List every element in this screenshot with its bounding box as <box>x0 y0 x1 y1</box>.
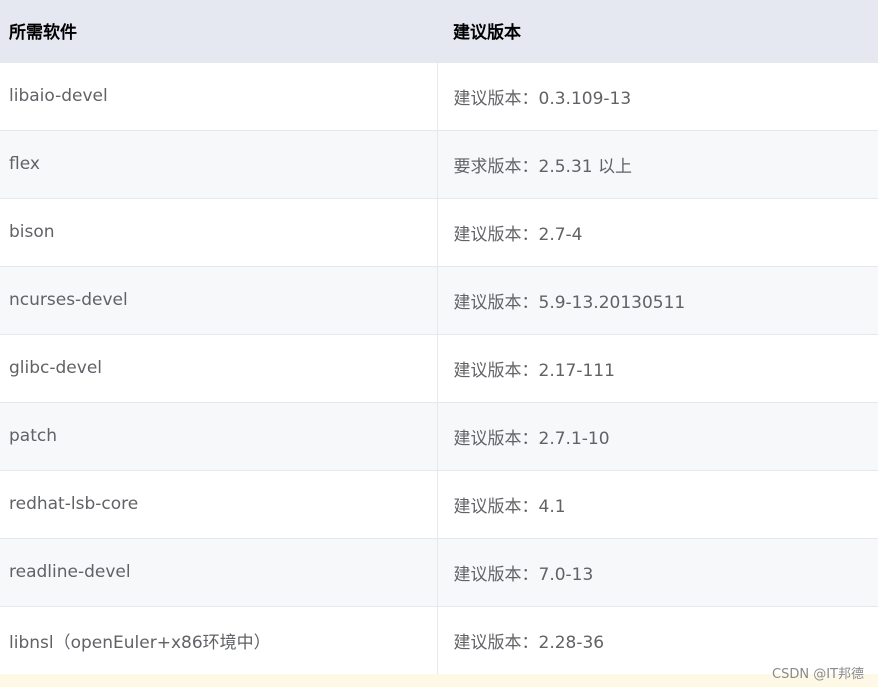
table-body: libaio-devel 建议版本：0.3.109-13 flex 要求版本：2… <box>0 61 878 674</box>
software-cell: redhat-lsb-core <box>0 469 437 538</box>
table-header: 所需软件 建议版本 <box>0 0 878 62</box>
software-cell: glibc-devel <box>0 333 437 402</box>
page: 所需软件 建议版本 libaio-devel 建议版本：0.3.109-13 f… <box>0 0 878 687</box>
table-row: libaio-devel 建议版本：0.3.109-13 <box>0 61 878 130</box>
table-row: glibc-devel 建议版本：2.17-111 <box>0 333 878 402</box>
version-cell: 要求版本：2.5.31 以上 <box>436 129 878 198</box>
version-cell: 建议版本：2.7.1-10 <box>436 401 878 470</box>
table-row: libnsl（openEuler+x86环境中） 建议版本：2.28-36 <box>0 605 878 674</box>
version-cell: 建议版本：2.7-4 <box>436 197 878 266</box>
table-row: ncurses-devel 建议版本：5.9-13.20130511 <box>0 265 878 334</box>
software-cell: libaio-devel <box>0 61 437 130</box>
software-cell: ncurses-devel <box>0 265 437 334</box>
version-cell: 建议版本：5.9-13.20130511 <box>436 265 878 334</box>
header-row: 所需软件 建议版本 <box>0 0 878 62</box>
version-cell: 建议版本：0.3.109-13 <box>436 61 878 130</box>
version-cell: 建议版本：4.1 <box>436 469 878 538</box>
software-cell: libnsl（openEuler+x86环境中） <box>0 605 437 674</box>
bottom-strip <box>0 674 878 687</box>
table-row: bison 建议版本：2.7-4 <box>0 197 878 266</box>
table-row: redhat-lsb-core 建议版本：4.1 <box>0 469 878 538</box>
watermark-text: CSDN @IT邦德 <box>772 667 864 682</box>
table-row: readline-devel 建议版本：7.0-13 <box>0 537 878 606</box>
software-cell: bison <box>0 197 437 266</box>
software-cell: readline-devel <box>0 537 437 606</box>
table-row: patch 建议版本：2.7.1-10 <box>0 401 878 470</box>
requirements-table: 所需软件 建议版本 libaio-devel 建议版本：0.3.109-13 f… <box>0 0 878 674</box>
software-cell: flex <box>0 129 437 198</box>
header-software: 所需软件 <box>9 23 77 44</box>
version-cell: 建议版本：7.0-13 <box>436 537 878 606</box>
version-cell: 建议版本：2.17-111 <box>436 333 878 402</box>
header-version: 建议版本 <box>453 23 521 44</box>
table-row: flex 要求版本：2.5.31 以上 <box>0 129 878 198</box>
software-cell: patch <box>0 401 437 470</box>
